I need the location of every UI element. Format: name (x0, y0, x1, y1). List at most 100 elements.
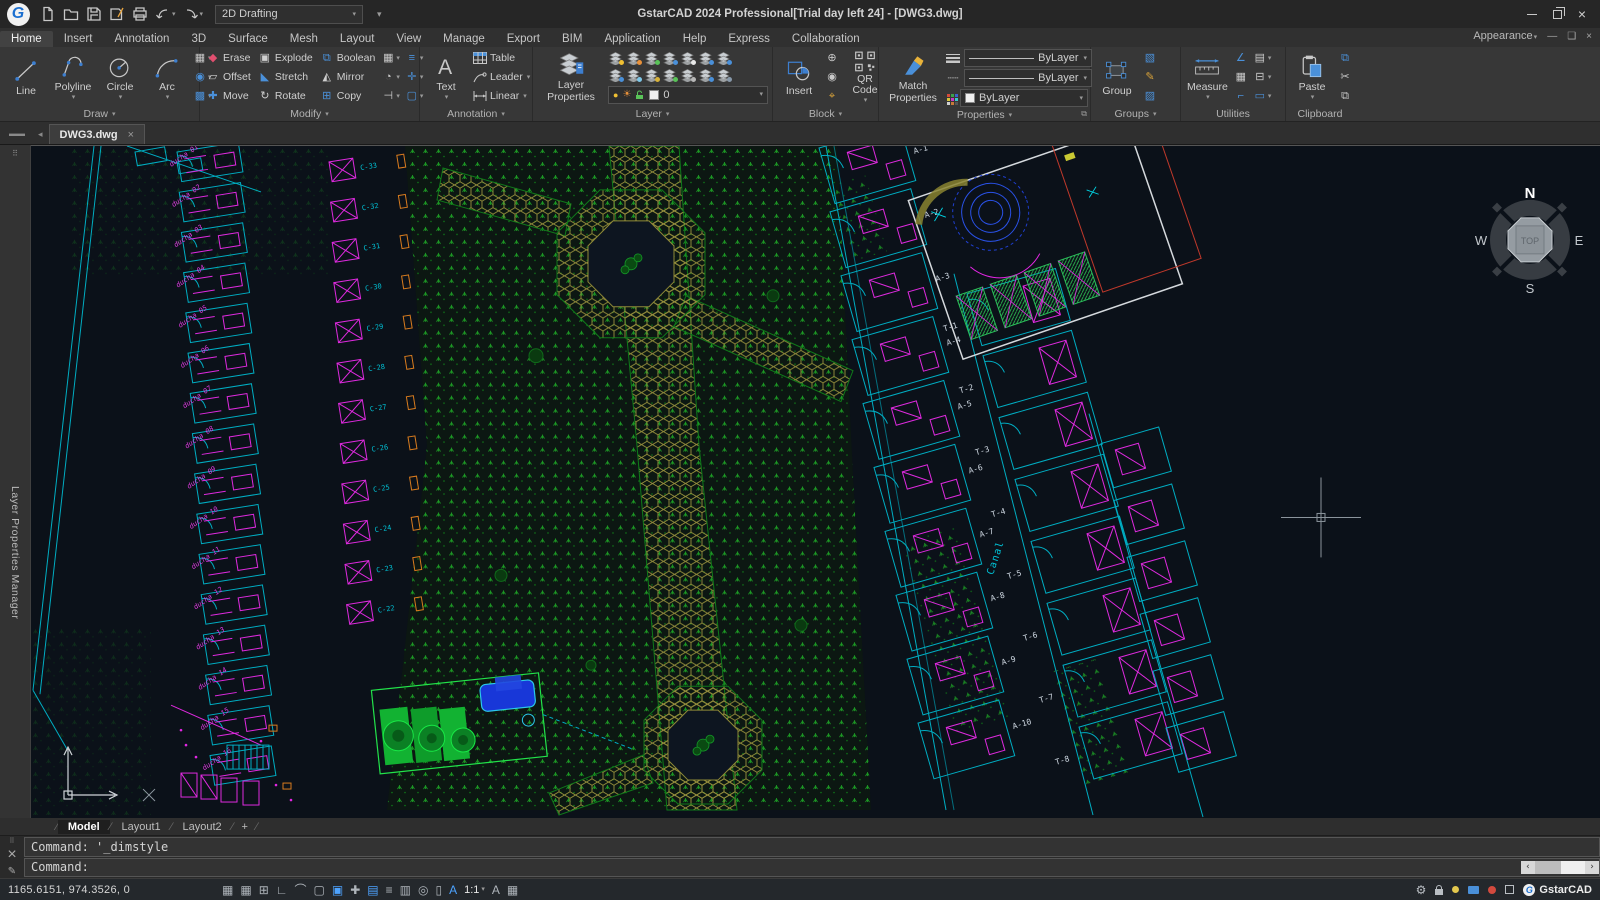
cut-button[interactable]: ✂ (1337, 68, 1353, 86)
panel-label-groups[interactable]: Groups▾ (1091, 107, 1180, 121)
line-button[interactable]: Line (4, 49, 48, 105)
layer-tool-icon[interactable] (644, 51, 659, 65)
doc-minimize-button[interactable]: — (1547, 31, 1557, 42)
grid-snap-toggle[interactable]: ▦ (240, 884, 251, 896)
panel-label-modify[interactable]: Modify▾ (200, 107, 419, 121)
block-edit-button[interactable]: ◉ (824, 68, 840, 86)
rotate-button[interactable]: ↻Rotate (256, 87, 315, 105)
ribbon-tab-help[interactable]: Help (672, 31, 718, 47)
model-space-toggle[interactable]: ▯ (435, 884, 442, 896)
layout-tab-model[interactable]: Model (58, 820, 110, 834)
circle-button[interactable]: Circle▾ (98, 49, 142, 105)
panel-label-annotation[interactable]: Annotation▾ (420, 107, 532, 121)
doc-restore-button[interactable]: ❑ (1567, 31, 1576, 42)
layer-tool-icon[interactable] (662, 51, 677, 65)
appearance-menu[interactable]: Appearance▾ (1473, 30, 1537, 42)
fillet-button[interactable]: ◔▾ (380, 68, 401, 86)
measure-button[interactable]: Measure▾ (1185, 49, 1230, 105)
ribbon-tab-layout[interactable]: Layout (329, 31, 386, 47)
dynamic-ucs-toggle[interactable]: ✚ (350, 884, 360, 896)
undo-button[interactable]: ▾ (153, 4, 178, 24)
ribbon-tab-surface[interactable]: Surface (217, 31, 279, 47)
hardware-bulb-icon[interactable] (1452, 886, 1459, 893)
doc-close-button[interactable]: × (1586, 31, 1592, 42)
scroll-right-icon[interactable]: › (1585, 861, 1599, 875)
layer-tool-icon[interactable] (608, 51, 623, 65)
calculator-button[interactable]: ▦ (1233, 68, 1249, 86)
object-snap-tracking-toggle[interactable]: ▣ (332, 884, 343, 896)
erase-button[interactable]: ◆Erase (204, 49, 253, 67)
ribbon-tab-view[interactable]: View (385, 31, 432, 47)
insert-button[interactable]: Insert (777, 49, 821, 105)
layer-tool-icon[interactable] (608, 68, 623, 82)
compass-west[interactable]: W (1475, 233, 1488, 248)
match-properties-button[interactable]: Match Properties (883, 50, 943, 106)
text-button[interactable]: A Text▾ (424, 49, 468, 105)
command-scrollbar[interactable]: ‹ › (1521, 861, 1599, 875)
restore-button[interactable] (1553, 10, 1562, 19)
ortho-mode-toggle[interactable]: ∟ (276, 884, 288, 896)
settings-gear-icon[interactable]: ⚙ (1416, 883, 1427, 897)
palette-grip[interactable]: ▬▬ (2, 129, 32, 138)
open-button[interactable] (61, 4, 81, 24)
object-snap-toggle[interactable]: ▢ (314, 884, 325, 896)
layout-tab-layout2[interactable]: Layout2 (172, 820, 231, 834)
move-button[interactable]: ✚Move (204, 87, 253, 105)
layer-tool-icon[interactable] (662, 68, 677, 82)
annotation-monitor-toggle[interactable]: A (449, 884, 457, 896)
panel-label-clipboard[interactable]: Clipboard (1286, 107, 1354, 121)
add-layout-tab[interactable]: + (233, 821, 255, 833)
drawing-canvas[interactable]: ducha 01ducha 02ducha 03ducha 04ducha 05… (31, 145, 1600, 818)
command-close-icon[interactable]: × (7, 846, 16, 864)
compass-east[interactable]: E (1575, 233, 1584, 248)
snap-mode-toggle[interactable]: ⊞ (259, 884, 269, 896)
layer-tool-icon[interactable] (680, 51, 695, 65)
id-point-button[interactable]: ⌐ (1233, 87, 1249, 105)
ungroup-button[interactable]: ▧ (1142, 49, 1158, 67)
layer-tool-icon[interactable] (626, 68, 641, 82)
panel-label-properties[interactable]: Properties▾⧉ (879, 109, 1090, 121)
ribbon-tab-3d[interactable]: 3D (180, 31, 217, 47)
array-rect-button[interactable]: ▦▾ (380, 49, 401, 67)
doc-tab-close-icon[interactable]: × (128, 129, 134, 141)
mirror-button[interactable]: ◭Mirror (318, 68, 378, 86)
ribbon-tab-home[interactable]: Home (0, 31, 53, 47)
ribbon-tab-collaboration[interactable]: Collaboration (781, 31, 871, 47)
record-icon[interactable] (1488, 886, 1496, 894)
display-monitor-icon[interactable] (1468, 886, 1479, 894)
lineweight-select[interactable]: ByLayer▾ (964, 49, 1092, 67)
layer-tool-icon[interactable] (716, 68, 731, 82)
panel-label-block[interactable]: Block▾ (773, 107, 878, 121)
arc-button[interactable]: Arc▾ (145, 49, 189, 105)
linetype-select[interactable]: ByLayer▾ (964, 69, 1092, 87)
copy-button[interactable]: ⊞Copy (318, 87, 378, 105)
scroll-thumb[interactable] (1535, 861, 1561, 875)
select-similar-button[interactable]: ⊟▾ (1252, 68, 1273, 86)
layer-tool-icon[interactable] (698, 68, 713, 82)
paste-button[interactable]: Paste▾ (1290, 49, 1334, 105)
quick-select-button[interactable]: ▤▾ (1252, 49, 1273, 67)
ribbon-tab-manage[interactable]: Manage (432, 31, 496, 47)
ribbon-tab-export[interactable]: Export (496, 31, 551, 47)
offset-button[interactable]: ▱Offset (204, 68, 253, 86)
ribbon-tab-application[interactable]: Application (593, 31, 671, 47)
break-button[interactable]: ⊣▾ (380, 87, 401, 105)
polar-tracking-toggle[interactable]: ⌒ (295, 884, 307, 896)
panel-label-utilities[interactable]: Utilities (1181, 107, 1285, 121)
ribbon-tab-bim[interactable]: BIM (551, 31, 593, 47)
close-button[interactable]: × (1578, 7, 1586, 21)
minimize-button[interactable] (1527, 14, 1537, 15)
plot-button[interactable] (130, 4, 150, 24)
document-tab[interactable]: DWG3.dwg× (49, 124, 146, 144)
redo-button[interactable]: ▾ (181, 4, 206, 24)
compass-south[interactable]: S (1526, 281, 1535, 296)
qat-customize-button[interactable]: ▾ (377, 9, 382, 20)
transparency-toggle[interactable]: ▥ (400, 884, 411, 896)
explode-button[interactable]: ▣Explode (256, 49, 315, 67)
annotation-scale-sync-toggle[interactable]: A (492, 884, 500, 896)
lineweight-display-toggle[interactable]: ≡ (386, 884, 393, 896)
workspace-select[interactable]: 2D Drafting▾ (215, 5, 363, 24)
grid-display-toggle[interactable]: ▦ (222, 884, 233, 896)
command-grip-icon[interactable]: ⠿ (9, 837, 14, 845)
table-button[interactable]: Table (471, 49, 532, 67)
